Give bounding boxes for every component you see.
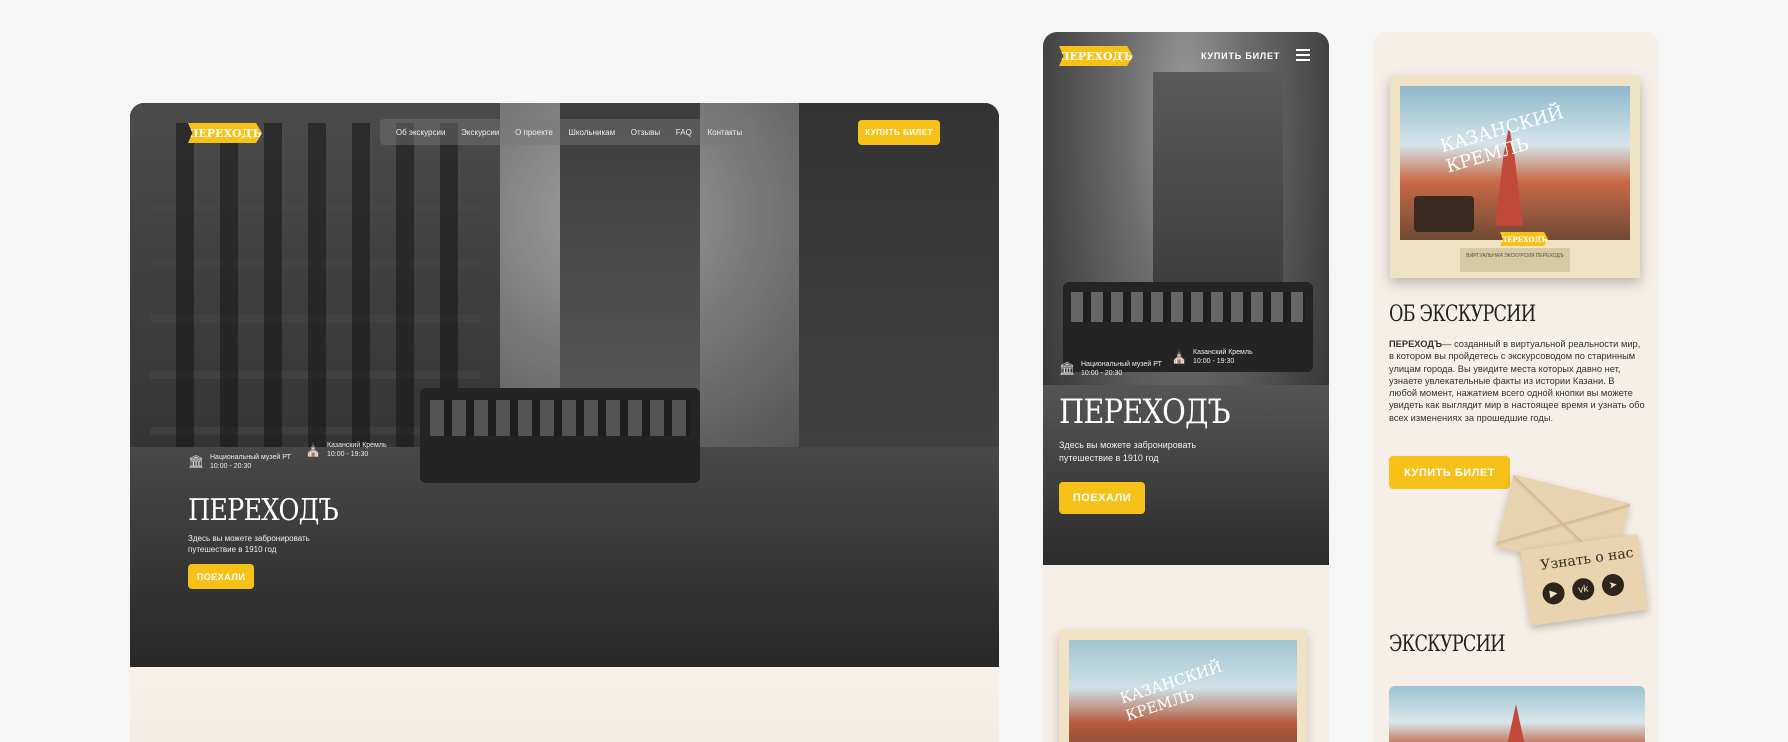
venue-kremlin: ⛪ Казанский Кремль 10:00 - 19:30 [1171, 348, 1253, 366]
mobile-hero: ПЕРЕХОДЪ КУПИТЬ БИЛЕТ 🏛 Национальный муз… [1043, 32, 1329, 565]
nav-item-reviews[interactable]: Отзывы [631, 128, 660, 137]
hero-subtitle: Здесь вы можете забронировать путешестви… [188, 534, 310, 554]
hero-title: ПЕРЕХОДЪ [188, 493, 339, 528]
desktop-hero: ПЕРЕХОДЪ Об экскурсии Экскурсии О проект… [130, 103, 999, 667]
venue-name: Национальный музей РТ [1081, 361, 1162, 368]
kremlin-icon: ⛪ [1171, 349, 1188, 364]
venue-museum: 🏛 Национальный музей РТ 10:00 - 20:30 [188, 453, 291, 471]
venue-hours: 10:00 - 19:30 [1193, 358, 1235, 365]
tours-title: ЭКСКУРСИИ [1389, 632, 1505, 657]
tour-card-image[interactable] [1389, 686, 1645, 742]
postcard-caption: КАЗАНСКИЙ КРЕМЛЬ [1437, 101, 1566, 178]
venue-hours: 10:00 - 20:30 [210, 463, 252, 470]
nav-item-students[interactable]: Школьникам [569, 128, 616, 137]
mobile-mockup: ПЕРЕХОДЪ КУПИТЬ БИЛЕТ 🏛 Национальный муз… [1043, 32, 1329, 742]
about-text: ПЕРЕХОДЪ— созданный в виртуальной реальн… [1389, 339, 1645, 423]
contact-title: Узнать о нас [1539, 544, 1635, 574]
buy-ticket-button[interactable]: КУПИТЬ БИЛЕТ [1389, 456, 1510, 489]
hero-title: ПЕРЕХОДЪ [1059, 392, 1231, 432]
nav-item-tours[interactable]: Экскурсии [461, 128, 499, 137]
hero-subtitle: Здесь вы можете забронировать путешестви… [1059, 440, 1197, 463]
canvas: ПЕРЕХОДЪ Об экскурсии Экскурсии О проект… [0, 0, 1788, 742]
desktop-mockup: ПЕРЕХОДЪ Об экскурсии Экскурсии О проект… [130, 103, 999, 742]
contact-card: Узнать о нас ▶ vk ➤ [1520, 534, 1648, 626]
youtube-icon[interactable]: ▶ [1541, 580, 1566, 606]
nav-item-about[interactable]: Об экскурсии [396, 128, 446, 137]
museum-icon: 🏛 [1059, 361, 1076, 376]
postcard-label: ВИРТУАЛЬНАЯ ЭКСКУРСИЯ ПЕРЕХОДЪ [1460, 248, 1570, 272]
buy-ticket-link[interactable]: КУПИТЬ БИЛЕТ [1201, 51, 1280, 61]
about-title: ОБ ЭКСКУРСИИ [1389, 302, 1536, 327]
postcard-caption: КАЗАНСКИЙ КРЕМЛЬ [1117, 657, 1225, 725]
go-button[interactable]: ПОЕХАЛИ [188, 564, 254, 589]
venue-name: Казанский Кремль [327, 442, 387, 449]
desktop-next-section [130, 667, 999, 742]
venue-hours: 10:00 - 19:30 [327, 451, 369, 458]
about-panel: КАЗАНСКИЙ КРЕМЛЬ ПЕРЕХОДЪ ВИРТУАЛЬНАЯ ЭК… [1373, 32, 1659, 742]
venue-kremlin: ⛪ Казанский Кремль 10:00 - 19:30 [305, 441, 387, 459]
logo[interactable]: ПЕРЕХОДЪ [188, 123, 262, 143]
vk-icon[interactable]: vk [1570, 576, 1596, 602]
nav-item-project[interactable]: О проекте [515, 128, 553, 137]
menu-icon[interactable] [1296, 49, 1310, 61]
nav-item-faq[interactable]: FAQ [676, 128, 692, 137]
museum-icon: 🏛 [188, 454, 205, 469]
postcard-image: КАЗАНСКИЙ КРЕМЛЬ [1059, 630, 1307, 742]
main-nav: Об экскурсии Экскурсии О проекте Школьни… [380, 119, 758, 145]
postcard-image: КАЗАНСКИЙ КРЕМЛЬ ПЕРЕХОДЪ ВИРТУАЛЬНАЯ ЭК… [1390, 76, 1640, 278]
venue-name: Национальный музей РТ [210, 454, 291, 461]
telegram-icon[interactable]: ➤ [1600, 572, 1626, 598]
logo[interactable]: ПЕРЕХОДЪ [1059, 46, 1133, 66]
kremlin-icon: ⛪ [305, 442, 322, 457]
tram-illustration [1414, 196, 1474, 232]
postcard-logo: ПЕРЕХОДЪ [1500, 232, 1548, 246]
buy-ticket-button[interactable]: КУПИТЬ БИЛЕТ [858, 120, 940, 145]
nav-item-contacts[interactable]: Контакты [708, 128, 743, 137]
venue-hours: 10:00 - 20:30 [1081, 370, 1123, 377]
venue-museum: 🏛 Национальный музей РТ 10:00 - 20:30 [1059, 360, 1162, 378]
go-button[interactable]: ПОЕХАЛИ [1059, 482, 1145, 514]
venue-name: Казанский Кремль [1193, 349, 1253, 356]
